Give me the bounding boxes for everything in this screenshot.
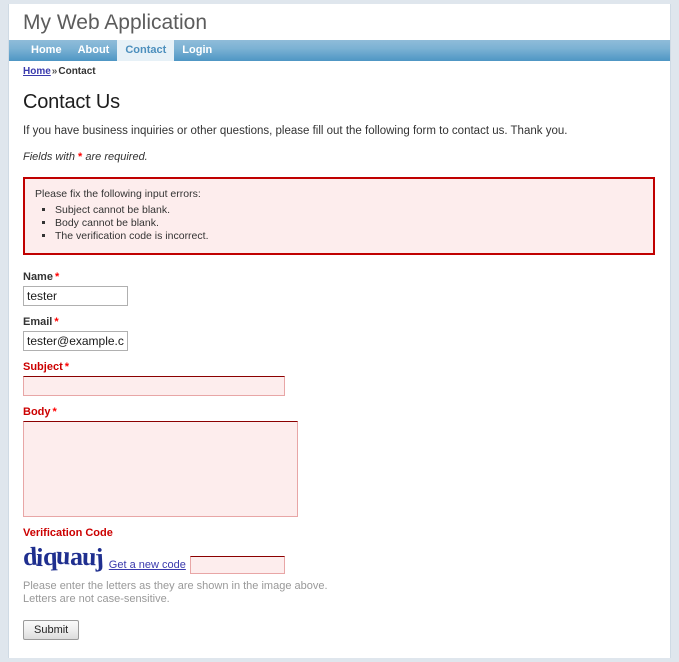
breadcrumb-link-home[interactable]: Home: [23, 66, 51, 77]
form-row-submit: Submit: [23, 620, 656, 640]
body-textarea[interactable]: [23, 421, 298, 517]
captcha-hint-line1: Please enter the letters as they are sho…: [23, 580, 328, 592]
nav-item-login[interactable]: Login: [174, 40, 220, 61]
captcha-hint-line2: Letters are not case-sensitive.: [23, 593, 170, 605]
required-fields-note: Fields with * are required.: [23, 151, 656, 163]
name-label: Name *: [23, 271, 656, 283]
breadcrumb-current: Contact: [58, 66, 96, 77]
subject-label-text: Subject: [23, 361, 63, 373]
email-input[interactable]: [23, 331, 128, 351]
refresh-captcha-link[interactable]: Get a new code: [109, 559, 186, 574]
captcha-hint: Please enter the letters as they are sho…: [23, 580, 656, 606]
form-row-name: Name *: [23, 271, 656, 306]
error-summary-heading: Please fix the following input errors:: [35, 188, 201, 200]
error-list-item: Subject cannot be blank.: [55, 204, 643, 217]
main-content: Contact Us If you have business inquirie…: [9, 79, 670, 658]
breadcrumb: Home»Contact: [9, 61, 670, 79]
error-list: Subject cannot be blank. Body cannot be …: [35, 204, 643, 243]
captcha-group: diquauj Get a new code: [22, 540, 656, 574]
captcha-image: diquauj: [22, 540, 104, 573]
form-row-email: Email *: [23, 316, 656, 351]
required-star-icon: *: [54, 271, 60, 283]
subject-input[interactable]: [23, 376, 285, 396]
error-list-item: Body cannot be blank.: [55, 217, 643, 230]
note-suffix: are required.: [82, 151, 148, 163]
body-label-text: Body: [23, 406, 51, 418]
site-title: My Web Application: [23, 11, 208, 34]
error-summary: Please fix the following input errors: S…: [23, 177, 655, 255]
body-label: Body *: [23, 406, 656, 418]
email-label: Email *: [23, 316, 656, 328]
required-star-icon: *: [52, 406, 57, 418]
name-label-text: Name: [23, 271, 53, 283]
captcha-label: Verification Code: [23, 527, 113, 539]
required-star-icon: *: [54, 316, 59, 328]
error-list-item: The verification code is incorrect.: [55, 230, 643, 243]
form-row-captcha: Verification Code diquauj Get a new code…: [22, 527, 656, 606]
required-star-icon: *: [64, 361, 70, 373]
page-intro-text: If you have business inquiries or other …: [23, 125, 568, 137]
email-label-text: Email: [23, 316, 53, 328]
note-prefix: Fields with: [23, 151, 79, 163]
nav-item-about[interactable]: About: [70, 40, 118, 61]
nav-item-home[interactable]: Home: [23, 40, 70, 61]
site-header: My Web Application: [9, 4, 670, 40]
page-container: My Web Application Home About Contact Lo…: [8, 4, 671, 658]
submit-button[interactable]: Submit: [23, 620, 80, 640]
page-title: Contact Us: [23, 91, 120, 113]
nav-item-contact[interactable]: Contact: [117, 40, 175, 61]
form-row-body: Body *: [23, 406, 656, 517]
name-input[interactable]: [23, 286, 128, 306]
main-navigation: Home About Contact Login: [9, 40, 670, 61]
subject-label: Subject *: [23, 361, 656, 373]
form-row-subject: Subject *: [23, 361, 656, 396]
captcha-input[interactable]: [189, 556, 285, 574]
